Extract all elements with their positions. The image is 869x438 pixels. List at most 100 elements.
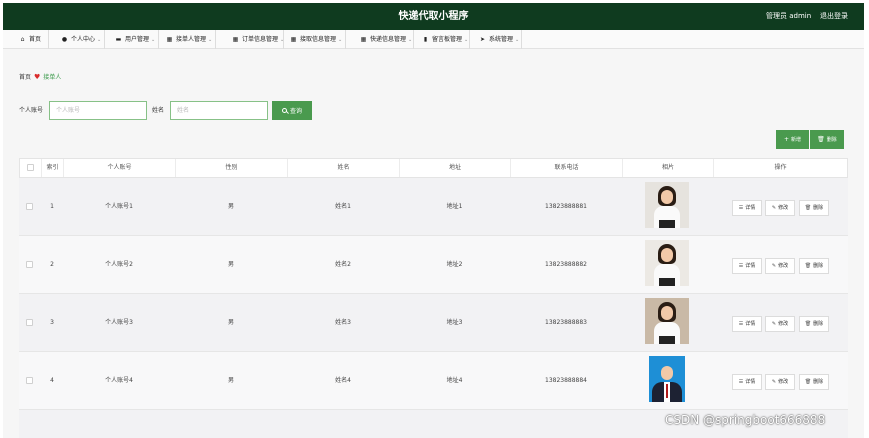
nav-item-message-board[interactable]: ▮ 留言板管理 ⌄ [416, 30, 470, 49]
book-icon: ▮ [423, 36, 428, 43]
heart-icon: ♥ [34, 73, 41, 81]
delete-button[interactable]: 🗑 删除 [799, 316, 829, 332]
chat-icon: ▬ [115, 36, 122, 43]
nav-item-label: 用户管理 [125, 36, 150, 43]
chevron-down-icon: ⌄ [151, 37, 156, 43]
search-icon [281, 108, 287, 113]
nav-item-system-management[interactable]: ➤ 系统管理 ⌄ [473, 30, 522, 49]
chevron-down-icon: ⌄ [208, 37, 213, 43]
table-header: 索引 个人账号 性别 姓名 地址 联系电话 相片 操作 [19, 158, 848, 178]
select-all-checkbox[interactable] [27, 164, 34, 171]
detail-button[interactable]: ☰ 详情 [732, 200, 762, 216]
nav-item-label: 订单信息管理 [242, 36, 279, 43]
chevron-down-icon: ⌄ [515, 37, 520, 43]
cell-phone: 13823888881 [545, 203, 587, 210]
nav-item-user-management[interactable]: ▬ 用户管理 ⌄ [109, 30, 159, 49]
cell-gender: 男 [227, 261, 234, 268]
column-header-phone: 联系电话 [511, 159, 623, 177]
photo-thumbnail [645, 298, 689, 344]
delete-button-label: 删除 [813, 321, 824, 327]
detail-button-label: 详情 [745, 321, 756, 327]
edit-button[interactable]: ✎ 修改 [765, 200, 795, 216]
header-checkbox-cell [20, 159, 42, 177]
photo-thumbnail [645, 182, 689, 228]
column-header-actions: 操作 [774, 164, 787, 171]
add-button[interactable]: + 新增 [776, 130, 809, 149]
edit-button[interactable]: ✎ 修改 [765, 374, 795, 390]
table-row: 2 个人账号2 男 姓名2 地址2 13823888882 ☰ 详情 ✎ 修改 🗑 删… [19, 236, 848, 294]
edit-icon: ✎ [771, 379, 777, 385]
detail-icon: ☰ [738, 379, 744, 385]
search-button[interactable]: 查询 [272, 101, 312, 120]
chevron-down-icon: ⌄ [338, 37, 343, 43]
row-checkbox[interactable] [26, 319, 33, 326]
watermark-text: CSDN @springboot666888 [665, 413, 826, 427]
nav-item-receiver-management[interactable]: ▦ 接单人管理 ⌄ [160, 30, 216, 49]
grid-icon: ▦ [232, 36, 239, 43]
breadcrumb: 首页 ♥ 接单人 [19, 72, 61, 81]
column-header-account: 个人账号 [64, 159, 176, 177]
nav-item-label: 首页 [29, 36, 42, 43]
bulk-delete-button[interactable]: 🗑 删除 [810, 130, 844, 149]
send-icon: ➤ [479, 36, 486, 43]
cell-name: 姓名4 [335, 377, 351, 384]
nav-item-order-management[interactable]: ▦ 订单信息管理 ⌄ [226, 30, 284, 49]
edit-button[interactable]: ✎ 修改 [765, 258, 795, 274]
trash-icon: 🗑 [817, 136, 825, 143]
cell-address: 地址4 [446, 377, 463, 384]
cell-account: 个人账号4 [105, 377, 133, 384]
detail-button-label: 详情 [745, 379, 756, 385]
cell-name: 姓名3 [335, 319, 351, 326]
nav-item-personal-center[interactable]: ● 个人中心 ⌄ [55, 30, 105, 49]
delete-button[interactable]: 🗑 删除 [799, 200, 829, 216]
table-row: 3 个人账号3 男 姓名3 地址3 13823888883 ☰ 详情 ✎ 修改 🗑 删… [19, 294, 848, 352]
delete-button[interactable]: 🗑 删除 [799, 374, 829, 390]
row-checkbox[interactable] [26, 203, 33, 210]
row-checkbox[interactable] [26, 261, 33, 268]
cell-gender: 男 [227, 203, 234, 210]
logout-link[interactable]: 退出登录 [820, 3, 848, 30]
nav-item-home[interactable]: ⌂ 首页 [13, 30, 49, 49]
detail-button[interactable]: ☰ 详情 [732, 258, 762, 274]
cell-account: 个人账号3 [105, 319, 133, 326]
delete-button-label: 删除 [813, 263, 824, 269]
nav-item-express-management[interactable]: ▦ 快递信息管理 ⌄ [354, 30, 414, 49]
photo-thumbnail [649, 356, 685, 402]
breadcrumb-home[interactable]: 首页 [19, 74, 31, 81]
nav-item-label: 接单人管理 [176, 36, 207, 43]
detail-button[interactable]: ☰ 详情 [732, 316, 762, 332]
nav-item-pickup-management[interactable]: ▦ 接取信息管理 ⌄ [284, 30, 346, 49]
user-icon: ● [61, 36, 68, 43]
row-checkbox[interactable] [26, 377, 33, 384]
cell-gender: 男 [227, 377, 234, 384]
cell-address: 地址3 [446, 319, 463, 326]
photo-face [661, 306, 673, 320]
table-row: 1 个人账号1 男 姓名1 地址1 13823888881 ☰ 详情 ✎ 修改 🗑 删… [19, 178, 848, 236]
top-header: 快递代取小程序 管理员 admin 退出登录 [3, 3, 864, 30]
delete-button[interactable]: 🗑 删除 [799, 258, 829, 274]
column-header-name: 姓名 [288, 159, 400, 177]
edit-button[interactable]: ✎ 修改 [765, 316, 795, 332]
main-nav: ⌂ 首页 ● 个人中心 ⌄ ▬ 用户管理 ⌄ ▦ 接单人管理 ⌄ ▦ 订单信息管理 ⌄ ▦ 接取信息… [3, 30, 864, 49]
breadcrumb-current: 接单人 [43, 74, 62, 81]
cell-address: 地址1 [446, 203, 463, 210]
name-search-input[interactable] [170, 101, 268, 120]
cell-address: 地址2 [446, 261, 463, 268]
detail-button-label: 详情 [745, 205, 756, 211]
detail-button[interactable]: ☰ 详情 [732, 374, 762, 390]
cell-name: 姓名2 [335, 261, 351, 268]
account-search-input[interactable] [49, 101, 147, 120]
photo-thumbnail [645, 240, 689, 286]
detail-button-label: 详情 [745, 263, 756, 269]
cell-index: 1 [50, 203, 54, 210]
photo-tie [666, 384, 668, 398]
cell-phone: 13823888884 [545, 377, 587, 384]
name-search-label: 姓名 [152, 107, 165, 114]
edit-icon: ✎ [771, 263, 777, 269]
grid-icon: ▦ [166, 36, 173, 43]
delete-button-label: 删除 [813, 205, 824, 211]
edit-button-label: 修改 [778, 379, 789, 385]
cell-account: 个人账号2 [105, 261, 133, 268]
detail-icon: ☰ [738, 263, 744, 269]
cell-index: 4 [50, 377, 54, 384]
